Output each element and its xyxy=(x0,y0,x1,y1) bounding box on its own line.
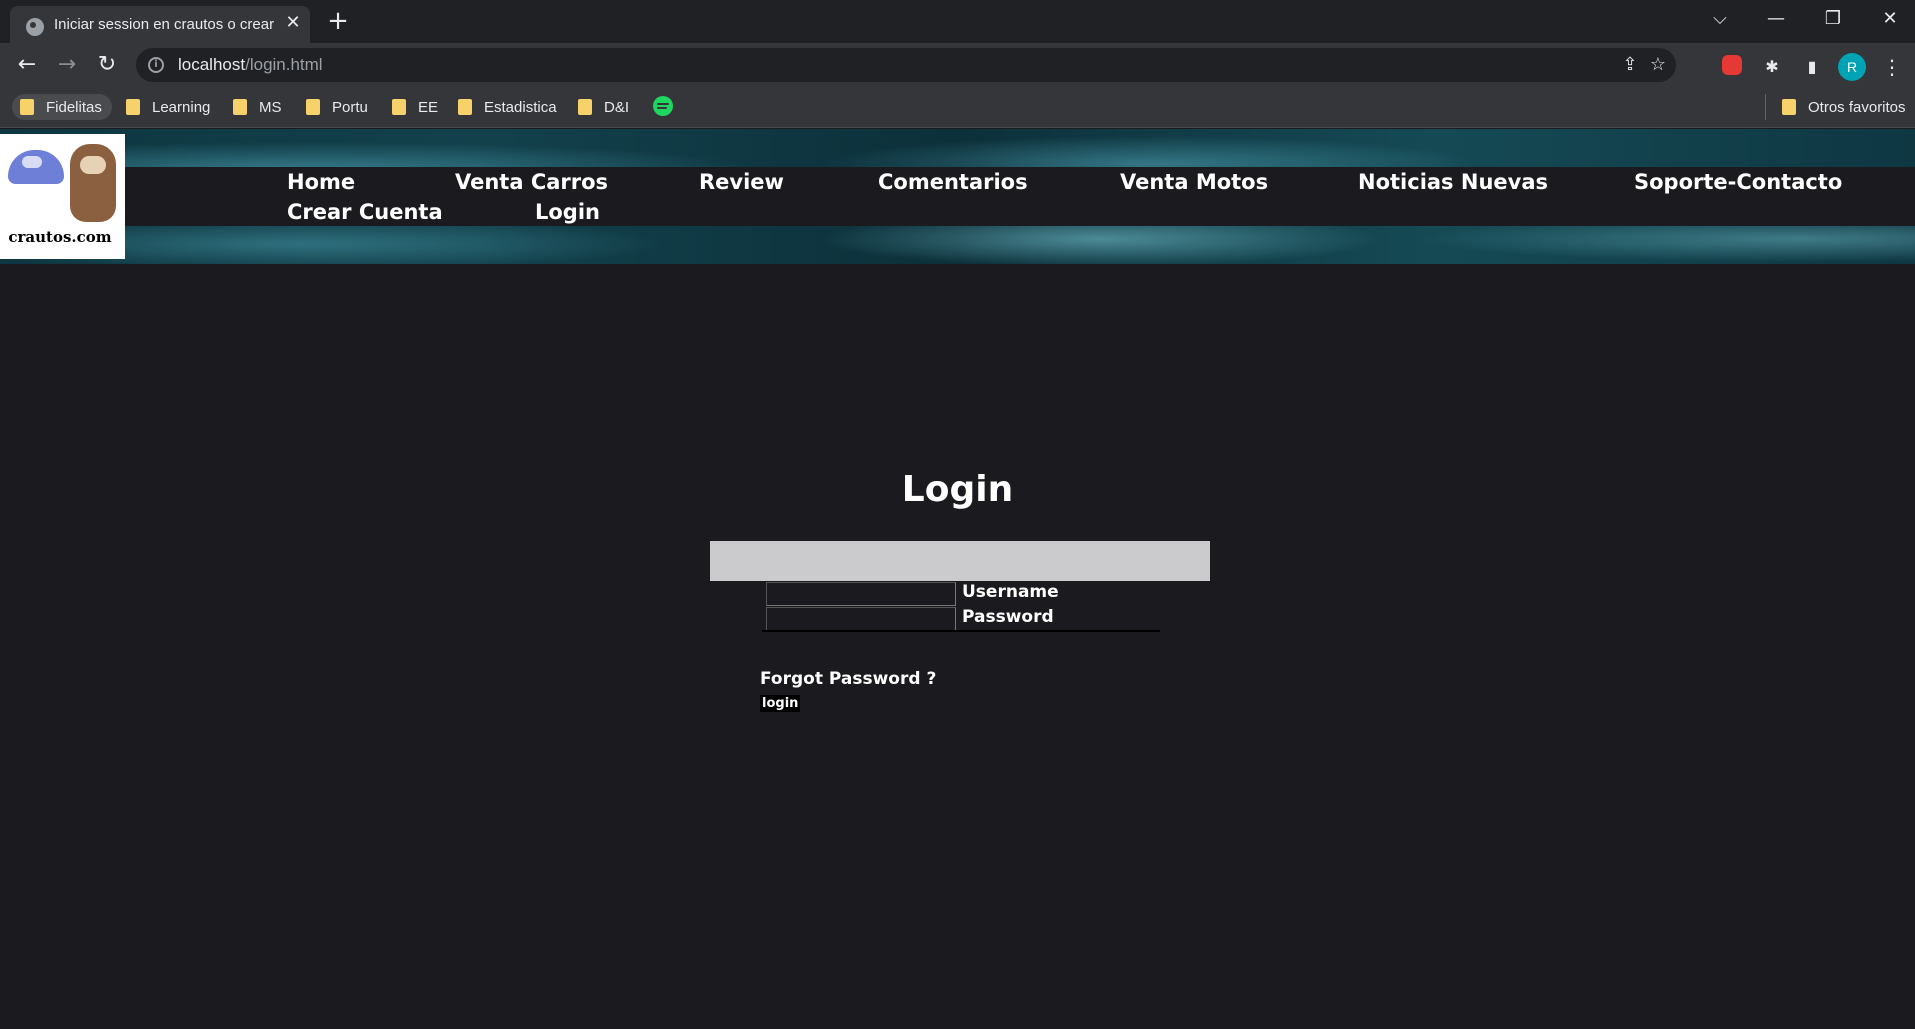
url-text[interactable]: localhost/login.html xyxy=(178,55,323,75)
page-content: crautos.com Home Venta Carros Review Com… xyxy=(0,129,1915,1029)
form-divider xyxy=(762,630,1160,632)
folder-icon xyxy=(126,99,140,115)
bookmarks-separator xyxy=(1765,94,1766,120)
bookmark-portu[interactable]: Portu xyxy=(306,94,368,120)
reload-button[interactable]: ↻ xyxy=(92,50,122,80)
nav-comentarios[interactable]: Comentarios xyxy=(878,170,1028,194)
folder-icon xyxy=(233,99,247,115)
nav-noticias-nuevas[interactable]: Noticias Nuevas xyxy=(1358,170,1548,194)
password-label: Password xyxy=(962,607,1054,627)
nav-home[interactable]: Home xyxy=(287,170,355,194)
bookmark-ms[interactable]: MS xyxy=(233,94,282,120)
bookmark-estadistica[interactable]: Estadistica xyxy=(458,94,557,120)
browser-menu-icon[interactable]: ⋮ xyxy=(1880,55,1904,79)
tab-search-icon[interactable]: ⌵ xyxy=(1700,4,1740,34)
extensions-puzzle-icon[interactable]: ✱ xyxy=(1760,55,1784,79)
bookmark-di[interactable]: D&I xyxy=(578,94,629,120)
bookmark-learning[interactable]: Learning xyxy=(126,94,210,120)
browser-toolbar: ← → ↻ i localhost/login.html ⇪ ☆ ✱ ▮ R ⋮ xyxy=(0,43,1915,86)
car-logo-icon xyxy=(8,150,64,184)
bookmark-label: Fidelitas xyxy=(46,98,102,116)
bookmark-label: MS xyxy=(259,98,282,116)
folder-icon xyxy=(392,99,406,115)
adblock-extension-icon[interactable] xyxy=(1720,53,1744,77)
bookmark-label: Learning xyxy=(152,98,211,116)
bookmark-label: Estadistica xyxy=(484,98,557,116)
site-logo[interactable]: crautos.com xyxy=(0,134,125,259)
nav-soporte-contacto[interactable]: Soporte-Contacto xyxy=(1634,170,1842,194)
address-bar[interactable]: i localhost/login.html ⇪ ☆ xyxy=(136,48,1676,82)
url-path: /login.html xyxy=(245,55,323,74)
username-label: Username xyxy=(962,582,1059,602)
nav-crear-cuenta[interactable]: Crear Cuenta xyxy=(287,200,443,224)
bookmark-star-icon[interactable]: ☆ xyxy=(1646,53,1670,77)
browser-tabstrip: Iniciar session en crautos o crear ✕ + ⌵… xyxy=(0,0,1915,43)
bookmark-label: D&I xyxy=(604,98,630,116)
bookmark-label: EE xyxy=(418,98,439,116)
url-host: localhost xyxy=(178,55,246,74)
login-form-header-bar xyxy=(710,541,1210,581)
info-icon[interactable]: i xyxy=(148,57,164,73)
profile-avatar[interactable]: R xyxy=(1838,53,1866,81)
side-panel-icon[interactable]: ▮ xyxy=(1800,55,1824,79)
bookmark-fidelitas[interactable]: Fidelitas xyxy=(12,94,112,120)
close-tab-icon[interactable]: ✕ xyxy=(282,12,304,34)
tab-title: Iniciar session en crautos o crear xyxy=(54,16,274,33)
sloth-logo-icon xyxy=(70,144,116,222)
bookmark-label: Otros favoritos xyxy=(1808,98,1906,116)
bookmarks-bar: Fidelitas Learning MS Portu EE Estadisti… xyxy=(0,86,1915,128)
nav-review[interactable]: Review xyxy=(699,170,784,194)
folder-icon xyxy=(578,99,592,115)
folder-icon xyxy=(20,99,34,115)
nav-login[interactable]: Login xyxy=(535,200,600,224)
login-button[interactable]: login xyxy=(760,695,801,712)
new-tab-button[interactable]: + xyxy=(323,6,353,36)
globe-icon xyxy=(26,18,44,36)
nav-venta-carros[interactable]: Venta Carros xyxy=(455,170,608,194)
restore-button[interactable]: ❐ xyxy=(1813,4,1853,34)
nav-venta-motos[interactable]: Venta Motos xyxy=(1120,170,1268,194)
bookmark-label: Portu xyxy=(332,98,368,116)
password-input[interactable] xyxy=(766,607,956,631)
forgot-password-link[interactable]: Forgot Password ? xyxy=(760,669,936,689)
share-icon[interactable]: ⇪ xyxy=(1618,53,1642,77)
username-input[interactable] xyxy=(766,582,956,606)
site-navbar: Home Venta Carros Review Comentarios Ven… xyxy=(125,167,1915,226)
bookmark-otros-favoritos[interactable]: Otros favoritos xyxy=(1782,94,1906,120)
spotify-icon[interactable] xyxy=(653,96,673,116)
folder-icon xyxy=(458,99,472,115)
close-window-button[interactable]: ✕ xyxy=(1870,4,1910,34)
minimize-button[interactable]: — xyxy=(1756,4,1796,34)
forward-button[interactable]: → xyxy=(52,50,82,80)
logo-text: crautos.com xyxy=(8,228,112,246)
folder-icon xyxy=(306,99,320,115)
folder-icon xyxy=(1782,99,1796,115)
back-button[interactable]: ← xyxy=(12,50,42,80)
login-heading: Login xyxy=(901,469,1014,510)
browser-tab[interactable]: Iniciar session en crautos o crear ✕ xyxy=(10,6,310,43)
bookmark-ee[interactable]: EE xyxy=(392,94,438,120)
header-banner: crautos.com Home Venta Carros Review Com… xyxy=(0,129,1915,264)
